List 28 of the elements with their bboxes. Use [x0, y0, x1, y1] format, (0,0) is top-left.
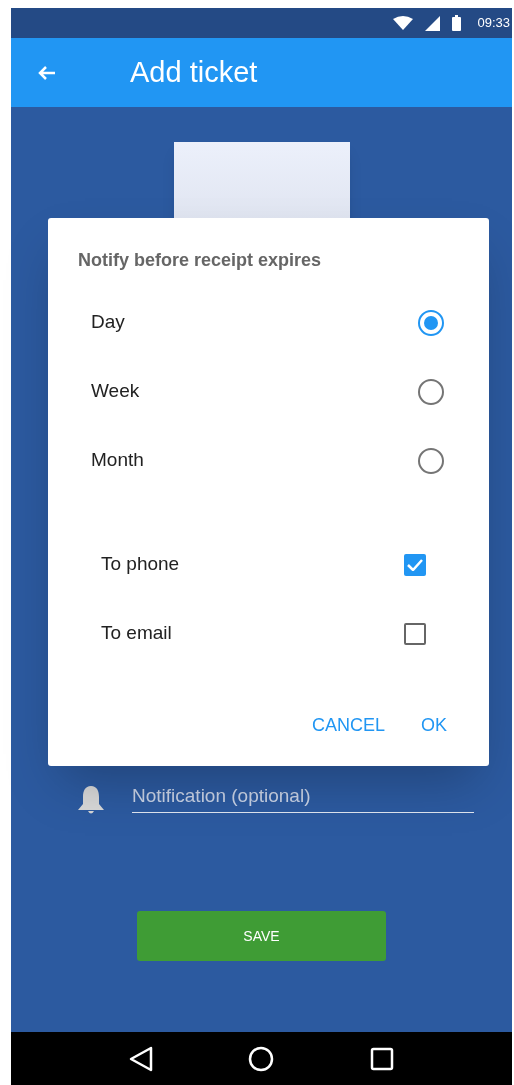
- notification-field[interactable]: Notification (optional): [132, 780, 474, 813]
- status-time: 09:33: [477, 14, 510, 33]
- wifi-icon: [393, 16, 414, 30]
- bell-icon: [76, 785, 106, 815]
- option-label: Week: [91, 379, 140, 404]
- recents-icon[interactable]: [370, 1046, 395, 1071]
- back-icon[interactable]: [128, 1045, 153, 1072]
- home-icon[interactable]: [248, 1045, 275, 1072]
- radio-button[interactable]: [418, 309, 444, 336]
- radio-option[interactable]: Day: [48, 288, 489, 357]
- signal-icon: [425, 15, 441, 31]
- radio-button[interactable]: [418, 447, 444, 474]
- checkbox[interactable]: [404, 622, 426, 645]
- option-label: To phone: [101, 552, 180, 577]
- option-label: To email: [101, 621, 172, 646]
- battery-icon: [452, 15, 462, 31]
- checkbox-option[interactable]: To phone: [48, 530, 489, 599]
- dialog-title: Notify before receipt expires: [78, 249, 323, 272]
- option-label: Day: [91, 310, 125, 335]
- option-label: Month: [91, 448, 144, 473]
- screen-title: Add ticket: [130, 54, 258, 90]
- checkbox-option[interactable]: To email: [48, 599, 489, 668]
- checkbox[interactable]: [404, 553, 426, 576]
- back-arrow-icon: [38, 65, 56, 80]
- checkmark-icon: [407, 558, 423, 571]
- radio-option[interactable]: Month: [48, 426, 489, 495]
- radio-option[interactable]: Week: [48, 357, 489, 426]
- radio-button[interactable]: [418, 378, 444, 405]
